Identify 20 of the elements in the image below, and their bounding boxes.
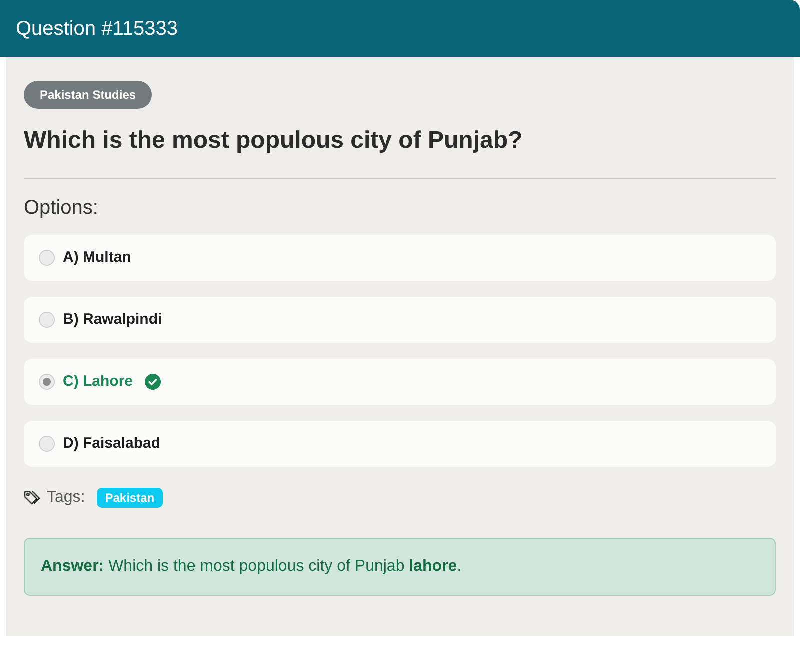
option-label: C) Lahore [63,372,134,392]
question-title: Question #115333 [16,16,178,40]
option-label: A) Multan [63,248,132,268]
option-label: B) Rawalpindi [63,310,162,330]
category-badge: Pakistan Studies [24,81,152,109]
options-label: Options: [24,196,100,220]
radio-button[interactable] [39,312,55,328]
option-row[interactable]: B) Rawalpindi [24,297,776,343]
tags-label: Tags: [47,488,86,508]
tags-icon [24,490,41,506]
option-row[interactable]: A) Multan [24,235,776,281]
radio-button[interactable] [39,436,55,452]
option-label: D) Faisalabad [63,434,161,454]
question-text: Which is the most populous city of Punjab? [24,126,524,156]
answer-message: Answer: Which is the most populous city of Punjab lahore. [24,538,776,596]
radio-button[interactable] [39,250,55,266]
option-row[interactable]: D) Faisalabad [24,421,776,467]
option-row[interactable]: C) Lahore [24,359,776,405]
radio-button[interactable] [39,374,55,390]
check-circle-icon [145,374,162,390]
